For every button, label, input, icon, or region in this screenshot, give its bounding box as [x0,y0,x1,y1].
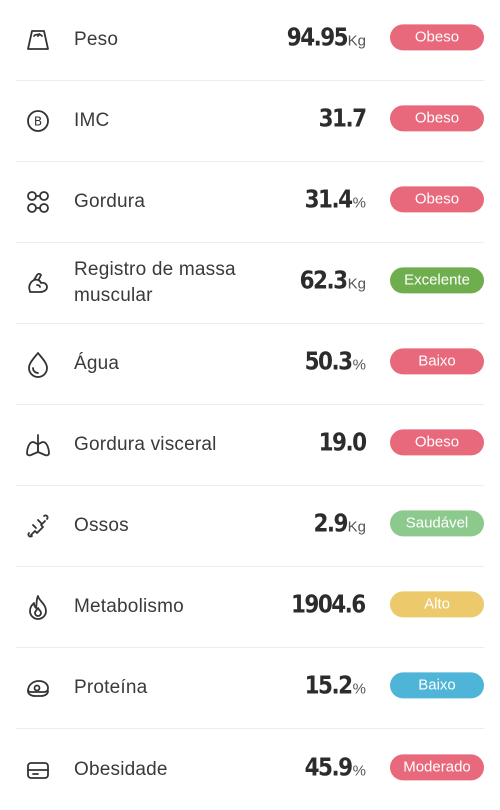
status-badge: Excelente [390,267,484,294]
lungs-icon [24,431,52,459]
metric-value: 62.3 [299,265,348,295]
obesity-icon [24,756,52,784]
metric-row-agua[interactable]: Água 50.3% Baixo [16,324,484,405]
metric-row-ossos[interactable]: Ossos 2.9Kg Saudável [16,486,484,567]
muscle-icon [24,269,52,297]
status-badge: Saudável [390,510,484,537]
metric-label: Gordura [74,191,146,212]
metric-row-peso[interactable]: Peso 94.95Kg Obeso [16,0,484,81]
metric-row-imc[interactable]: B IMC 31.7 Obeso [16,81,484,162]
metric-value: 1904.6 [291,589,366,619]
metric-value: 31.7 [318,103,366,133]
bone-icon [24,512,52,540]
metric-row-proteina[interactable]: Proteína 15.2% Baixo [16,648,484,729]
metric-value: 31.4 [304,184,353,214]
status-badge: Obeso [390,24,484,51]
metric-unit: Kg [347,518,366,536]
metric-row-massa-muscular[interactable]: Registro de massa muscular 62.3Kg Excele… [16,243,484,324]
metric-value: 15.2 [304,670,353,700]
water-drop-icon [24,350,52,378]
status-badge: Obeso [390,429,484,456]
protein-icon [24,674,52,702]
metric-row-gordura[interactable]: Gordura 31.4% Obeso [16,162,484,243]
metric-unit: Kg [347,32,366,50]
weight-icon [24,26,52,54]
metric-label: Ossos [74,515,129,536]
flame-icon [24,593,52,621]
fat-icon [24,188,52,216]
metric-label: Peso [74,29,119,50]
metric-row-metabolismo[interactable]: Metabolismo 1904.6 Alto [16,567,484,648]
metric-value: 2.9 [313,508,348,538]
status-badge: Moderado [390,753,484,780]
svg-text:B: B [34,115,42,129]
status-badge: Obeso [390,186,484,213]
metric-label: Registro de massa muscular [74,259,236,306]
status-badge: Alto [390,591,484,618]
metric-unit: Kg [347,275,366,293]
metric-value: 94.95 [286,22,348,52]
metric-label: IMC [74,110,110,131]
metric-row-obesidade[interactable]: Obesidade 45.9% Moderado [16,729,484,810]
metric-label: Água [74,353,120,374]
metric-unit: % [352,762,366,780]
metric-value: 45.9 [304,752,353,782]
status-badge: Baixo [390,672,484,699]
metric-value: 50.3 [304,346,353,376]
metric-row-gordura-visceral[interactable]: Gordura visceral 19.0 Obeso [16,405,484,486]
metric-unit: % [352,356,366,374]
metric-unit: % [352,680,366,698]
metric-label: Proteína [74,677,148,698]
metric-value: 19.0 [318,427,366,457]
metric-unit: % [352,194,366,212]
status-badge: Baixo [390,348,484,375]
metric-label: Obesidade [74,758,168,780]
metric-label: Metabolismo [74,596,184,617]
body-metrics-list: Peso 94.95Kg Obeso B IMC 31.7 Obeso Gord… [0,0,500,801]
metric-label: Gordura visceral [74,434,217,455]
bmi-icon: B [24,107,52,135]
status-badge: Obeso [390,105,484,132]
